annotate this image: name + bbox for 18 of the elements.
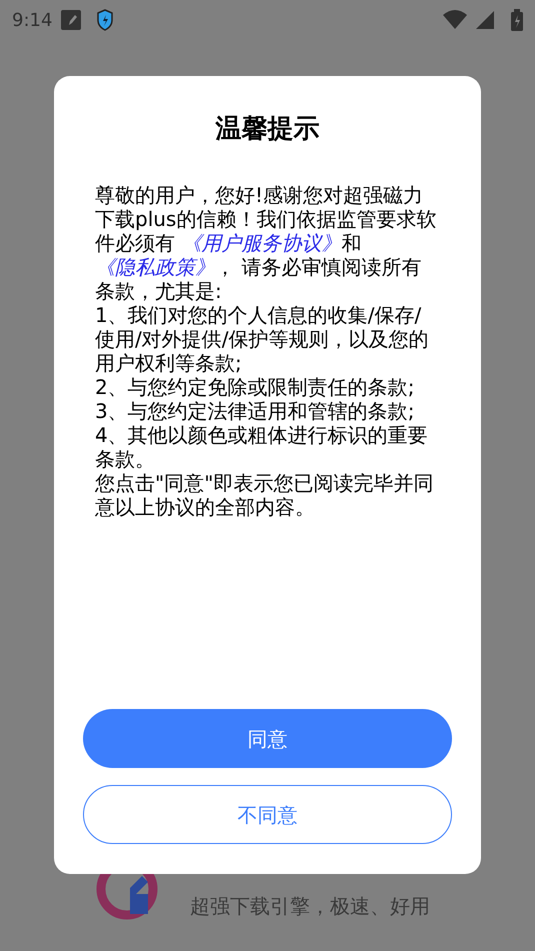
disagree-button[interactable]: 不同意 bbox=[83, 785, 452, 844]
app-tagline: 超强下载引擎，极速、好用 bbox=[190, 893, 430, 920]
clock: 9:14 bbox=[12, 8, 52, 32]
closing-paragraph: 您点击"同意"即表示您已阅读完毕并同意以上协议的全部内容。 bbox=[95, 471, 434, 519]
agree-button[interactable]: 同意 bbox=[83, 709, 452, 768]
policy-link[interactable]: 《用户服务协议》 bbox=[181, 231, 342, 255]
clause-item: 4、其他以颜色或粗体进行标识的重要条款。 bbox=[95, 423, 429, 471]
policy-link[interactable]: 《隐私政策》 bbox=[95, 255, 215, 279]
clause-item: 3、与您约定法律适用和管辖的条款; bbox=[95, 399, 416, 423]
wifi-icon bbox=[443, 10, 467, 30]
intro-paragraph: 尊敬的用户，您好!感谢您对超强磁力下载plus的信赖！我们依据监管要求软件必须有 《用户服务协议》和 《隐私政策》， 请务必审慎阅读所有条款，尤其是: bbox=[95, 183, 438, 303]
notepad-icon bbox=[60, 9, 82, 31]
shield-icon bbox=[96, 9, 114, 31]
signal-icon bbox=[475, 10, 495, 30]
clause-item: 1、我们对您的个人信息的收集/保存/使用/对外提供/保护等规则，以及您的用户权利等条款; bbox=[95, 303, 430, 375]
clause-item: 2、与您约定免除或限制责任的条款; bbox=[95, 375, 416, 399]
battery-icon bbox=[511, 9, 523, 31]
dialog-title: 温馨提示 bbox=[214, 113, 320, 146]
